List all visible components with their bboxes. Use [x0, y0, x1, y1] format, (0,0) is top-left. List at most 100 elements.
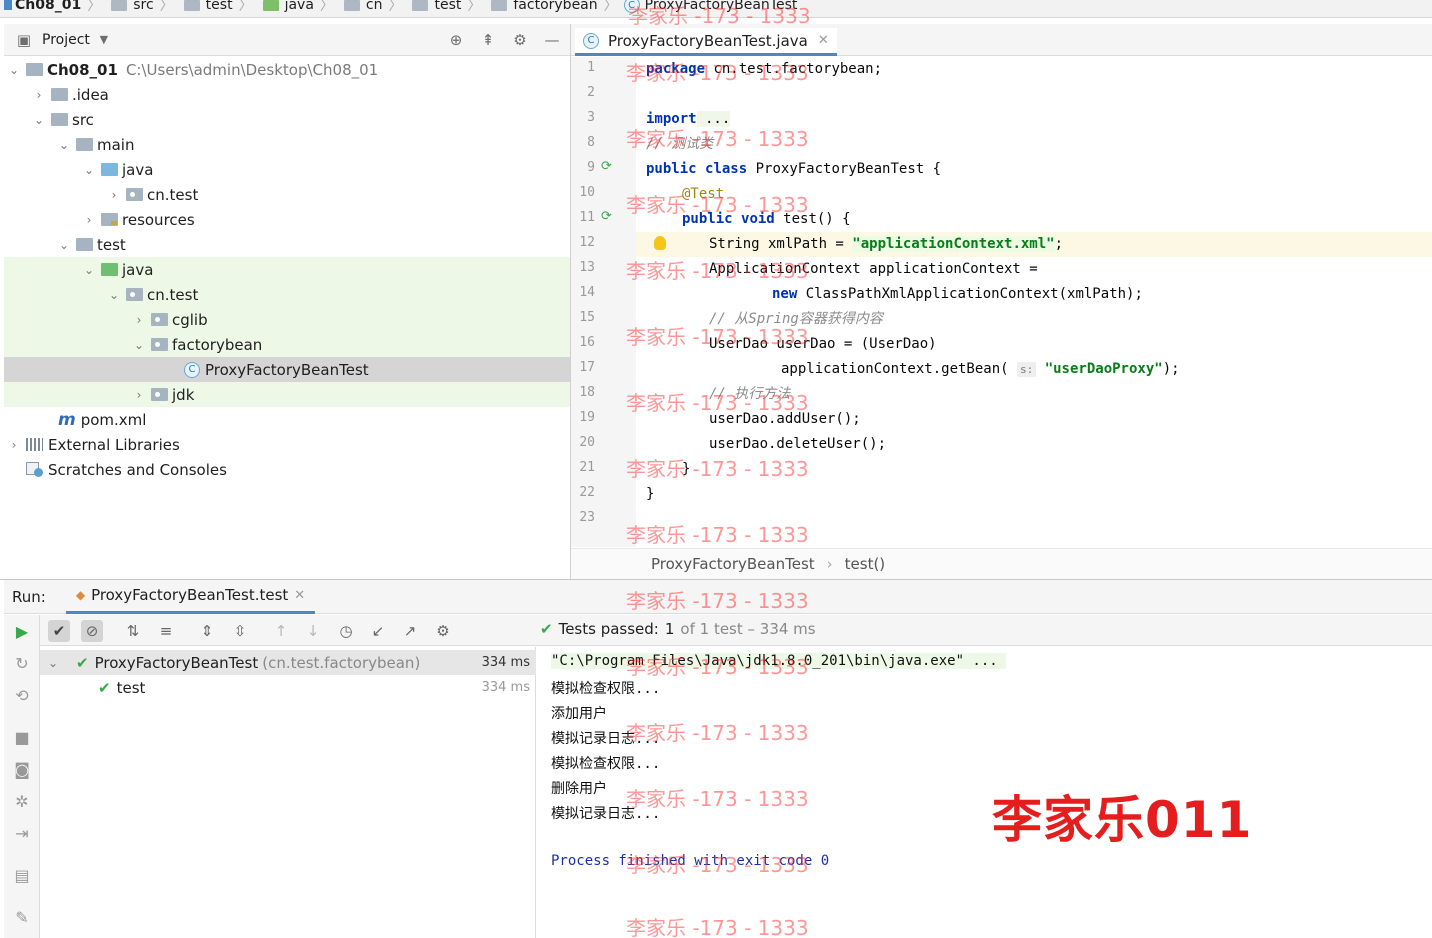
editor-tab-bar: C ProxyFactoryBeanTest.java ✕: [571, 24, 1432, 56]
console-output[interactable]: "C:\Program Files\Java\jdk1.8.0_201\bin\…: [537, 647, 1432, 938]
chevron-right-icon[interactable]: ›: [131, 388, 147, 402]
chevron-down-icon[interactable]: ⌄: [81, 263, 97, 277]
code-editor[interactable]: package cn.test.factorybean; import ... …: [636, 57, 1432, 547]
tree-item-external-libraries[interactable]: › External Libraries: [4, 432, 570, 457]
tree-item-src[interactable]: ⌄ src: [4, 107, 570, 132]
line-number: 2: [587, 85, 595, 100]
camera-icon[interactable]: ◙: [12, 759, 32, 779]
arrow-up-icon[interactable]: ↑: [270, 620, 292, 642]
chevron-down-icon[interactable]: ⌄: [56, 238, 72, 252]
close-icon[interactable]: ✕: [818, 33, 829, 48]
chevron-down-icon[interactable]: ⌄: [31, 113, 47, 127]
tree-item-ch08-01[interactable]: ⌄ Ch08_01 C:\Users\admin\Desktop\Ch08_01: [4, 57, 570, 82]
show-passed-icon[interactable]: ✔: [48, 620, 70, 642]
line-number: 11: [579, 210, 595, 225]
tree-item-main[interactable]: ⌄ main: [4, 132, 570, 157]
navigation-bar: Ch08_01 〉 src 〉 test 〉 java 〉 cn 〉 test 〉 fact…: [0, 0, 1432, 18]
line-number: 22: [579, 485, 595, 500]
tree-item-test-java[interactable]: ⌄ java: [4, 257, 570, 282]
nav-crumb-factorybean[interactable]: 〉 factorybean: [461, 0, 598, 15]
run-gutter-icon[interactable]: ⟳: [601, 159, 612, 174]
nav-crumb-cn[interactable]: 〉 cn: [314, 0, 382, 15]
breadcrumb-class[interactable]: ProxyFactoryBeanTest: [651, 555, 815, 573]
history-icon[interactable]: ◷: [335, 620, 357, 642]
tree-item-main-cn-test[interactable]: › cn.test: [4, 182, 570, 207]
nav-crumb-project[interactable]: Ch08_01: [4, 0, 81, 13]
code-line: userDao.addUser();: [709, 411, 861, 427]
expand-all-icon[interactable]: ⇕: [196, 620, 218, 642]
nav-crumb-class[interactable]: 〉 C ProxyFactoryBeanTest: [598, 0, 797, 15]
test-suite-row[interactable]: ⌄ ✔ ProxyFactoryBeanTest (cn.test.factor…: [40, 650, 536, 675]
tree-item-test[interactable]: ⌄ test: [4, 232, 570, 257]
chevron-down-icon[interactable]: ⌄: [131, 338, 147, 352]
chevron-down-icon[interactable]: ⌄: [56, 138, 72, 152]
chevron-down-icon[interactable]: ⌄: [106, 288, 122, 302]
minimize-icon[interactable]: —: [542, 30, 562, 50]
pin-icon[interactable]: ✎: [12, 907, 32, 927]
run-gutter-icon[interactable]: ⟳: [601, 209, 612, 224]
close-icon[interactable]: ✕: [294, 588, 305, 603]
collapse-all-icon[interactable]: ⇞: [478, 30, 498, 50]
export-icon[interactable]: ↗: [399, 620, 421, 642]
tree-item-jdk[interactable]: › jdk: [4, 382, 570, 407]
code-line: applicationContext.getBean( s: "userDaoP…: [781, 361, 1180, 377]
rerun-icon[interactable]: ▶: [12, 621, 32, 641]
line-number: 15: [579, 310, 595, 325]
sort-alpha-icon[interactable]: ⇅: [122, 620, 144, 642]
tree-item-proxyfactorybeantest[interactable]: C ProxyFactoryBeanTest: [4, 357, 570, 382]
nav-crumb-java[interactable]: 〉 java: [233, 0, 314, 15]
import-tests-icon[interactable]: ⇥: [12, 823, 32, 843]
rerun-failed-icon[interactable]: ↻: [12, 653, 32, 673]
intention-bulb-icon[interactable]: [654, 236, 666, 250]
toggle-auto-test-icon[interactable]: ⟲: [12, 685, 32, 705]
nav-crumb-src[interactable]: 〉 src: [81, 0, 154, 15]
layout-icon[interactable]: ▤: [12, 865, 32, 885]
test-case-row[interactable]: ✔ test 334 ms: [40, 675, 536, 700]
locate-file-icon[interactable]: ⊕: [446, 30, 466, 50]
project-view-title[interactable]: Project: [42, 32, 90, 48]
gear-icon[interactable]: ⚙: [510, 30, 530, 50]
module-folder-icon: [26, 63, 43, 76]
gear-icon[interactable]: ⚙: [432, 620, 454, 642]
code-line: // 测试类: [646, 136, 714, 152]
test-results-tree: ⌄ ✔ ProxyFactoryBeanTest (cn.test.factor…: [40, 647, 536, 938]
chevron-right-icon[interactable]: ›: [131, 313, 147, 327]
chevron-right-icon[interactable]: ›: [106, 188, 122, 202]
line-number: 17: [579, 360, 595, 375]
package-icon: [151, 388, 168, 401]
collapse-all-icon[interactable]: ⇳: [229, 620, 251, 642]
chevron-right-icon[interactable]: ›: [6, 438, 22, 452]
arrow-down-icon[interactable]: ↓: [302, 620, 324, 642]
run-tab[interactable]: ◆ ProxyFactoryBeanTest.test ✕: [65, 580, 316, 614]
editor-tab-proxyfactorybeantest[interactable]: C ProxyFactoryBeanTest.java ✕: [575, 28, 837, 56]
breadcrumb-method[interactable]: test(): [845, 555, 886, 573]
chevron-down-icon[interactable]: ▼: [98, 30, 110, 50]
tree-item-idea[interactable]: › .idea: [4, 82, 570, 107]
name-overlay-text: 李家乐011: [992, 791, 1253, 849]
tree-item-main-java[interactable]: ⌄ java: [4, 157, 570, 182]
show-ignored-icon[interactable]: ⊘: [81, 620, 103, 642]
tree-item-pom[interactable]: m pom.xml: [4, 407, 570, 432]
tree-item-factorybean[interactable]: ⌄ factorybean: [4, 332, 570, 357]
tree-item-scratches[interactable]: Scratches and Consoles: [4, 457, 570, 482]
tree-item-cglib[interactable]: › cglib: [4, 307, 570, 332]
chevron-right-icon[interactable]: ›: [31, 88, 47, 102]
import-icon[interactable]: ↙: [367, 620, 389, 642]
chevron-down-icon[interactable]: ⌄: [81, 163, 97, 177]
package-icon: [412, 0, 429, 11]
line-number: 8: [587, 135, 595, 150]
folder-icon: [51, 113, 68, 126]
code-line: // 从Spring容器获得内容: [709, 311, 883, 327]
nav-crumb-test[interactable]: 〉 test: [154, 0, 233, 15]
chevron-down-icon[interactable]: ⌄: [48, 656, 64, 670]
chevron-right-icon[interactable]: ›: [81, 213, 97, 227]
stop-icon[interactable]: ■: [12, 727, 32, 747]
folder-icon: [76, 138, 93, 151]
sort-duration-icon[interactable]: ≡: [155, 620, 177, 642]
debug-icon[interactable]: ✲: [12, 791, 32, 811]
line-number: 10: [579, 185, 595, 200]
tree-item-resources[interactable]: › resources: [4, 207, 570, 232]
nav-crumb-test-pkg[interactable]: 〉 test: [382, 0, 461, 15]
chevron-down-icon[interactable]: ⌄: [6, 63, 22, 77]
tree-item-test-cn-test[interactable]: ⌄ cn.test: [4, 282, 570, 307]
